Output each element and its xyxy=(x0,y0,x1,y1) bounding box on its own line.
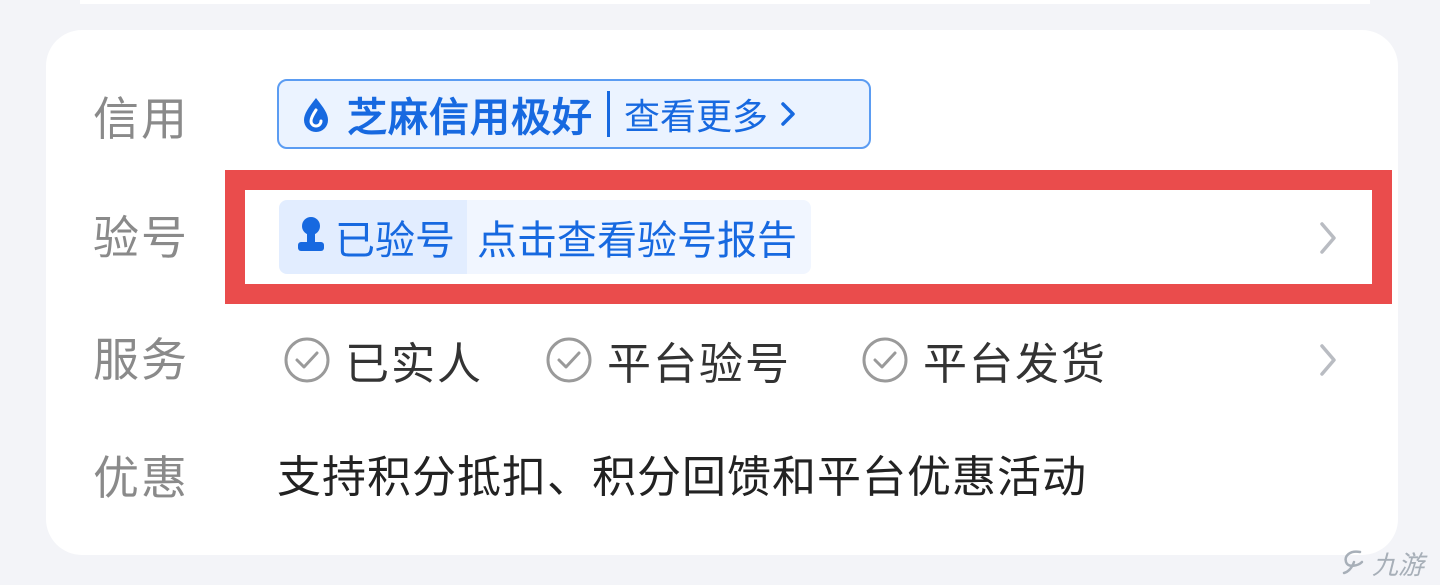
credit-badge-text: 芝麻信用极好 xyxy=(347,95,593,141)
service-item-label: 平台发货 xyxy=(923,339,1107,390)
discount-label: 优惠 xyxy=(93,451,189,505)
chevron-right-icon xyxy=(778,98,798,130)
service-item-label: 平台验号 xyxy=(607,339,791,390)
chevron-right-icon[interactable] xyxy=(1316,340,1340,380)
credit-more-link[interactable]: 查看更多 xyxy=(624,88,768,140)
discount-text: 支持积分抵扣、积分回馈和平台优惠活动 xyxy=(277,452,1087,503)
verify-label: 验号 xyxy=(93,211,189,265)
watermark-text: 九游 xyxy=(1372,551,1425,581)
jiuyou-logo-icon xyxy=(1340,548,1368,580)
credit-badge[interactable]: 芝麻信用极好 查看更多 xyxy=(277,79,871,149)
service-item-platform-verify: 平台验号 xyxy=(545,330,791,390)
check-circle-icon xyxy=(545,336,593,384)
top-strip xyxy=(80,0,1370,4)
service-item-label: 已实人 xyxy=(345,339,483,390)
text-fade-overlay xyxy=(1140,440,1260,520)
sesame-credit-icon xyxy=(301,94,331,134)
credit-label: 信用 xyxy=(93,92,189,146)
check-circle-icon xyxy=(283,336,331,384)
service-label: 服务 xyxy=(93,333,189,387)
service-item-platform-delivery: 平台发货 xyxy=(861,330,1107,390)
service-item-real-person: 已实人 xyxy=(283,330,483,390)
credit-divider xyxy=(607,91,610,137)
highlight-frame xyxy=(225,170,1392,304)
watermark: 九游 xyxy=(1340,545,1424,582)
check-circle-icon xyxy=(861,336,909,384)
